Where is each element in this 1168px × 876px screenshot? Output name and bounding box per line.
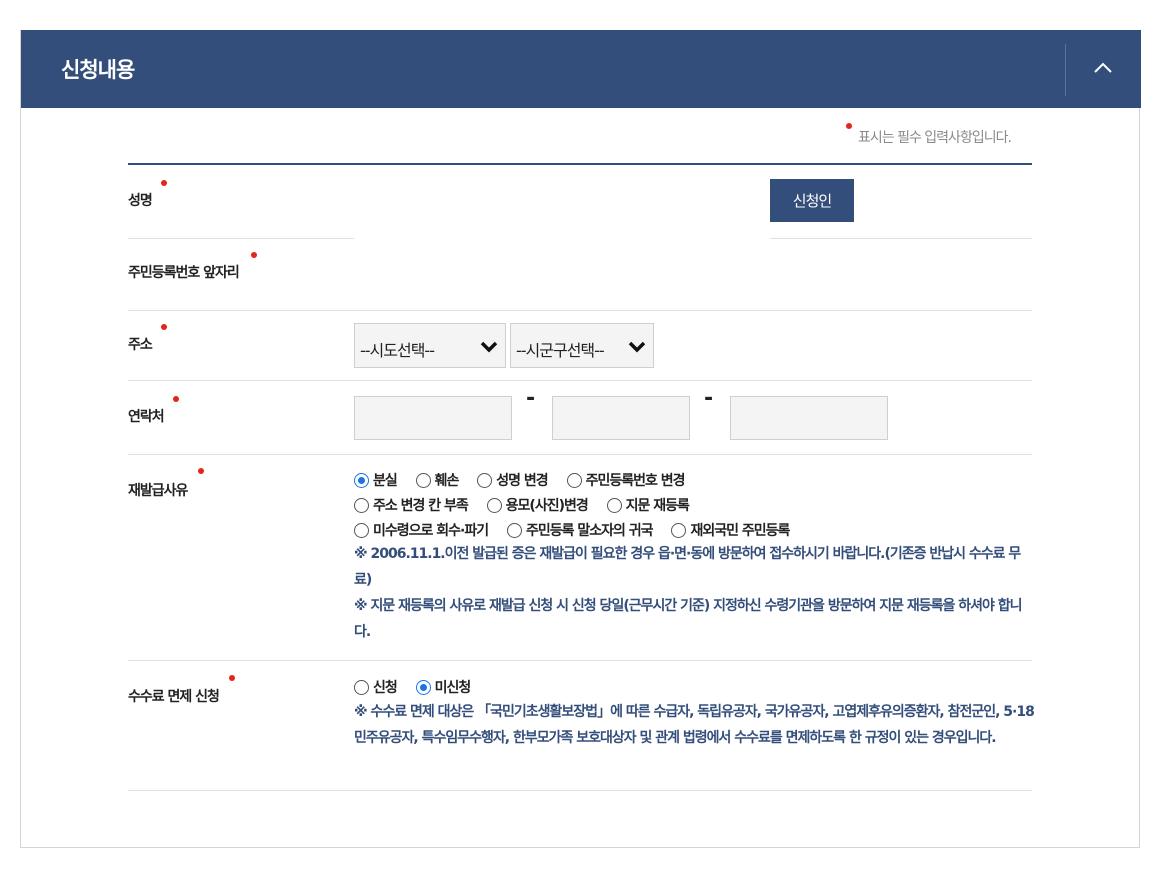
radio-label: 주소 변경 칸 부족 <box>373 498 469 514</box>
contact-label: 연락처 <box>128 409 165 425</box>
fee-options-row: 신청 미신청 <box>354 677 485 699</box>
chevron-down-icon <box>628 341 646 353</box>
reason-radio-address-space[interactable]: 주소 변경 칸 부족 <box>354 495 469 515</box>
fee-radio-not-apply[interactable]: 미신청 <box>415 677 472 697</box>
phone-separator: - <box>526 386 536 411</box>
radio-label: 용모(사진)변경 <box>505 498 589 514</box>
sido-select-value: --시도선택-- <box>360 341 435 360</box>
radio-label: 미신청 <box>434 680 472 696</box>
fee-radio-apply[interactable]: 신청 <box>354 677 398 697</box>
reason-radio-overseas[interactable]: 재외국민 주민등록 <box>671 520 790 540</box>
radio-label: 신청 <box>373 680 398 696</box>
radio-circle <box>486 497 502 513</box>
radio-circle <box>354 679 369 695</box>
panel-title: 신청내용 <box>61 58 135 82</box>
reason-options-row: 미수령으로 회수·파기 주민등록 말소자의 귀국 재외국민 주민등록 <box>354 520 804 542</box>
reason-note-2: ※ 지문 재등록의 사유로 재발급 신청 시 신청 당일(근무시간 기준) 지정… <box>354 598 1023 640</box>
reason-note-1: ※ 2006.11.1.이전 발급된 증은 재발급이 필요한 경우 읍·면·동에… <box>354 546 1021 588</box>
address-label: 주소 <box>128 337 153 353</box>
row-divider <box>128 380 1032 381</box>
radio-label: 주민등록번호 변경 <box>585 473 686 489</box>
radio-label: 미수령으로 회수·파기 <box>373 523 489 539</box>
reason-radio-rrn-change[interactable]: 주민등록번호 변경 <box>566 470 686 490</box>
reason-radio-damaged[interactable]: 훼손 <box>415 470 460 490</box>
required-dot <box>229 675 235 681</box>
radio-circle <box>354 522 369 538</box>
reason-options-row: 분실 훼손 성명 변경 주민등록번호 변경 <box>354 470 699 492</box>
fee-note: ※ 수수료 면제 대상은 「국민기초생활보장법」에 따른 수급자, 독립유공자,… <box>354 704 1035 746</box>
reason-radio-lost[interactable]: 분실 <box>354 470 398 490</box>
reason-label: 재발급사유 <box>128 483 188 499</box>
radio-label: 재외국민 주민등록 <box>690 523 790 539</box>
reason-radio-unclaimed[interactable]: 미수령으로 회수·파기 <box>354 520 489 540</box>
radio-label: 지문 재등록 <box>625 498 690 514</box>
radio-circle <box>477 472 493 488</box>
reason-radio-return[interactable]: 주민등록 말소자의 귀국 <box>507 520 654 540</box>
radio-circle <box>507 522 522 538</box>
form-top-line <box>128 163 1032 165</box>
row-divider <box>128 310 1032 311</box>
row-divider <box>128 454 1032 455</box>
radio-circle <box>354 472 369 488</box>
row-divider <box>128 790 1032 791</box>
required-dot <box>161 324 167 330</box>
row-divider <box>128 660 1032 661</box>
required-dot <box>173 396 179 402</box>
header-divider <box>1065 44 1066 96</box>
required-note: 표시는 필수 입력사항입니다. <box>858 130 1012 146</box>
panel-header: 신청내용 <box>21 30 1141 108</box>
chevron-up-icon <box>1094 62 1112 73</box>
rrn-label: 주민등록번호 앞자리 <box>128 265 240 281</box>
reason-radio-name-change[interactable]: 성명 변경 <box>477 470 549 490</box>
row-divider <box>770 238 1032 239</box>
sido-select[interactable]: --시도선택-- <box>354 323 506 368</box>
radio-circle <box>415 472 431 488</box>
phone-part2-input[interactable] <box>552 396 690 440</box>
name-label: 성명 <box>128 193 153 209</box>
fee-label: 수수료 면제 신청 <box>128 689 220 705</box>
reason-options-row: 주소 변경 칸 부족 용모(사진)변경 지문 재등록 <box>354 495 704 517</box>
required-dot <box>161 180 167 186</box>
phone-separator: - <box>704 386 714 411</box>
radio-circle <box>671 522 687 538</box>
radio-circle <box>415 679 431 695</box>
sigungu-select[interactable]: --시군구선택-- <box>510 323 654 368</box>
collapse-button[interactable] <box>1067 30 1139 108</box>
reason-radio-fingerprint[interactable]: 지문 재등록 <box>606 495 690 515</box>
row-divider <box>128 238 354 239</box>
required-dot <box>198 468 204 474</box>
applicant-button[interactable]: 신청인 <box>770 179 854 222</box>
required-dot <box>846 123 852 129</box>
required-dot <box>251 252 257 258</box>
radio-label: 주민등록 말소자의 귀국 <box>526 523 654 539</box>
radio-circle <box>566 472 582 488</box>
radio-label: 성명 변경 <box>496 473 548 489</box>
phone-part3-input[interactable] <box>730 396 888 440</box>
sigungu-select-value: --시군구선택-- <box>516 341 605 360</box>
radio-circle <box>354 497 369 513</box>
radio-label: 분실 <box>373 473 398 489</box>
chevron-down-icon <box>480 341 498 353</box>
radio-label: 훼손 <box>434 473 460 489</box>
radio-circle <box>606 497 622 513</box>
reason-radio-photo-change[interactable]: 용모(사진)변경 <box>486 495 589 515</box>
phone-part1-input[interactable] <box>354 396 512 440</box>
